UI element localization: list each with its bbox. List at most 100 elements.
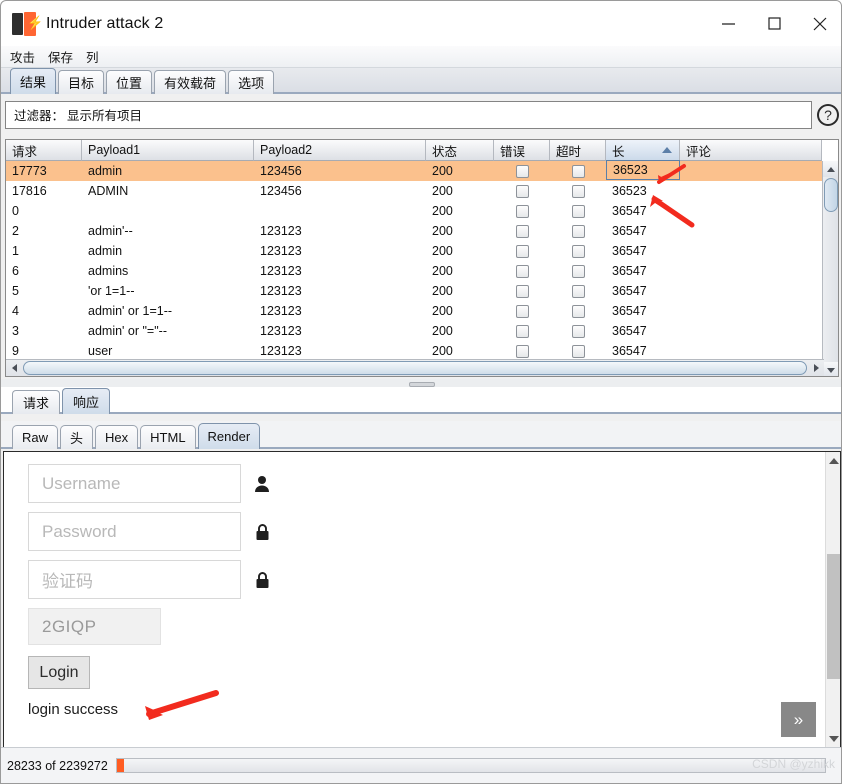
table-horizontal-scrollbar[interactable] [6,359,824,376]
column-header-status[interactable]: 状态 [426,140,494,161]
checkbox-timeout[interactable] [571,344,585,358]
cell-error[interactable] [494,241,550,261]
tab-raw[interactable]: Raw [12,425,59,449]
table-vertical-scrollbar[interactable] [822,161,838,376]
checkbox-timeout[interactable] [571,244,585,258]
cell-error[interactable] [494,341,550,361]
tab-payloads[interactable]: 有效载荷 [154,70,227,94]
column-header-comment[interactable]: 评论 [680,140,822,161]
column-header-length[interactable]: 长 [606,140,680,161]
scroll-left-icon[interactable] [6,360,22,377]
checkbox-error[interactable] [515,244,529,258]
cell-error[interactable] [494,221,550,241]
cell-timeout[interactable] [550,221,606,241]
render-vertical-scrollbar[interactable] [825,452,840,747]
login-button[interactable]: Login [28,656,90,689]
checkbox-timeout[interactable] [571,164,585,178]
column-header-payload2[interactable]: Payload2 [254,140,426,161]
tab-html[interactable]: HTML [140,425,196,449]
cell-error[interactable] [494,261,550,281]
tab-response[interactable]: 响应 [62,388,111,414]
checkbox-error[interactable] [515,324,529,338]
help-circle-icon[interactable]: ? [817,103,839,126]
tab-options[interactable]: 选项 [228,70,275,94]
cell-error[interactable] [494,321,550,341]
menu-item-columns[interactable]: 列 [86,47,99,66]
tab-render[interactable]: Render [197,423,261,449]
column-header-payload1[interactable]: Payload1 [82,140,254,161]
tab-hex[interactable]: Hex [95,425,139,449]
column-header-timeout[interactable]: 超时 [550,140,606,161]
checkbox-timeout[interactable] [571,224,585,238]
cell-timeout[interactable] [550,241,606,261]
tab-results[interactable]: 结果 [10,68,57,94]
table-row[interactable]: 2 admin'-- 123123 200 36547 [6,221,838,241]
cell-error[interactable] [494,301,550,321]
table-row[interactable]: 5 'or 1=1-- 123123 200 36547 [6,281,838,301]
tab-target[interactable]: 目标 [58,70,105,94]
checkbox-timeout[interactable] [571,184,585,198]
checkbox-error[interactable] [515,284,529,298]
render-scroll-thumb[interactable] [827,554,840,679]
cell-timeout[interactable] [550,301,606,321]
column-header-error[interactable]: 错误 [494,140,550,161]
table-row[interactable]: 9 user 123123 200 36547 [6,341,838,361]
checkbox-timeout[interactable] [571,264,585,278]
table-row[interactable]: 17773 admin 123456 200 36523 [6,160,838,181]
cell-timeout[interactable] [550,201,606,221]
checkbox-timeout[interactable] [571,204,585,218]
cell-error[interactable] [494,181,550,201]
checkbox-error[interactable] [515,204,529,218]
username-input[interactable]: Username [28,464,241,503]
checkbox-timeout[interactable] [571,324,585,338]
scroll-up-icon[interactable] [823,161,838,177]
cell-payload2: 123123 [260,344,302,358]
cell-timeout[interactable] [550,261,606,281]
cell-timeout[interactable] [550,341,606,361]
table-row[interactable]: 0 200 36547 [6,201,838,221]
horizontal-scroll-thumb[interactable] [23,361,807,375]
menu-item-attack[interactable]: 攻击 [10,47,35,66]
cell-error[interactable] [494,201,550,221]
minimize-icon[interactable] [705,1,751,46]
scroll-down-icon[interactable] [823,362,838,376]
maximize-icon[interactable] [751,1,797,46]
checkbox-error[interactable] [515,344,529,358]
checkbox-error[interactable] [515,184,529,198]
checkbox-error[interactable] [515,164,529,178]
vertical-scroll-thumb[interactable] [824,178,838,212]
scroll-up-icon[interactable] [826,452,840,469]
tab-headers[interactable]: 头 [60,425,94,449]
filter-input[interactable]: 过滤器： 显示所有项目 [5,100,813,129]
scroll-down-icon[interactable] [826,730,840,747]
captcha-input[interactable]: 验证码 [28,560,241,599]
table-row[interactable]: 3 admin' or "="-- 123123 200 36547 [6,321,838,341]
table-row[interactable]: 1 admin 123123 200 36547 [6,241,838,261]
chevron-double-up-icon[interactable]: » [781,702,816,737]
splitter-grip[interactable] [409,381,435,387]
column-header-label: 状态 [432,144,458,159]
checkbox-timeout[interactable] [571,284,585,298]
scroll-right-icon[interactable] [808,360,824,377]
table-row[interactable]: 17816 ADMIN 123456 200 36523 [6,181,838,201]
cell-error[interactable] [494,281,550,301]
table-row[interactable]: 4 admin' or 1=1-- 123123 200 36547 [6,301,838,321]
cell-error[interactable] [494,161,550,181]
checkbox-error[interactable] [515,304,529,318]
password-input[interactable]: Password [28,512,241,551]
close-icon[interactable] [797,1,841,46]
cell-timeout[interactable] [550,181,606,201]
column-header-request[interactable]: 请求 [6,140,82,161]
cell-request: 3 [12,324,19,338]
table-row[interactable]: 6 admins 123123 200 36547 [6,261,838,281]
captcha-image[interactable]: 2GIQP [28,608,161,645]
checkbox-timeout[interactable] [571,304,585,318]
checkbox-error[interactable] [515,264,529,278]
menu-item-save[interactable]: 保存 [48,47,73,66]
tab-positions[interactable]: 位置 [106,70,153,94]
cell-timeout[interactable] [550,161,606,181]
tab-request[interactable]: 请求 [12,390,61,414]
checkbox-error[interactable] [515,224,529,238]
cell-timeout[interactable] [550,281,606,301]
cell-timeout[interactable] [550,321,606,341]
